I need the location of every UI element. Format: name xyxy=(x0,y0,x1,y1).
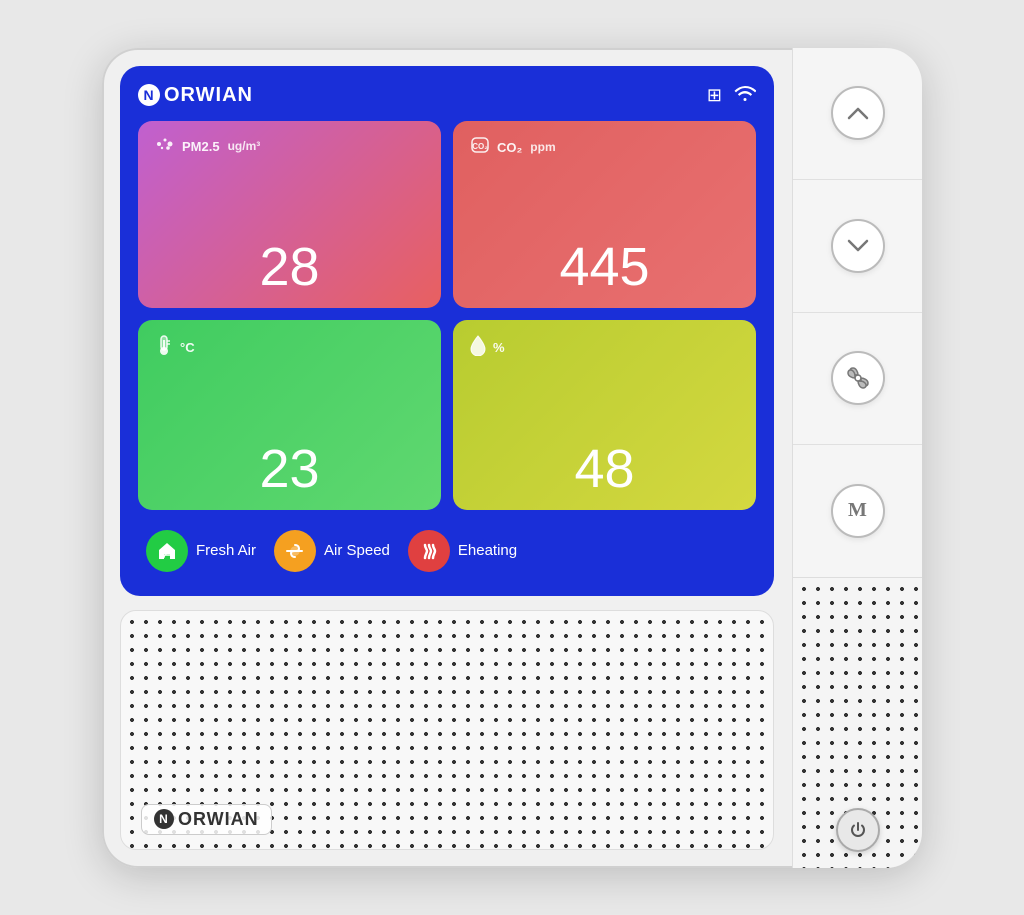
pm25-value: 28 xyxy=(154,240,425,294)
pm25-label: PM2.5 ug/m³ xyxy=(154,135,425,158)
brand-n-bottom: N xyxy=(154,809,174,829)
header-icons: ⊞ xyxy=(707,84,756,106)
logo-text: ORWIAN xyxy=(164,84,253,107)
wifi-icon xyxy=(734,84,756,106)
fresh-air-control[interactable]: Fresh Air xyxy=(146,530,256,572)
device-left: N ORWIAN ⊞ xyxy=(102,48,792,868)
up-button[interactable] xyxy=(831,86,885,140)
right-controls: M xyxy=(793,48,922,578)
temp-label: °C xyxy=(154,334,425,361)
eheating-label: Eheating xyxy=(458,542,517,559)
pm25-card: PM2.5 ug/m³ 28 xyxy=(138,121,441,309)
air-speed-control[interactable]: Air Speed xyxy=(274,530,390,572)
temp-value: 23 xyxy=(154,442,425,496)
temp-label-text: °C xyxy=(180,340,195,355)
speaker-left: N ORWIAN xyxy=(120,610,774,850)
humidity-value: 48 xyxy=(469,442,740,496)
pm25-icon xyxy=(154,135,176,158)
eheating-control[interactable]: Eheating xyxy=(408,530,517,572)
co2-icon: CO₂ xyxy=(469,135,491,160)
eheating-button[interactable] xyxy=(408,530,450,572)
brand-text-bottom: ORWIAN xyxy=(178,809,259,830)
co2-label-text: CO₂ xyxy=(497,140,522,155)
svg-text:CO₂: CO₂ xyxy=(472,142,488,151)
air-speed-button[interactable] xyxy=(274,530,316,572)
fan-button-container[interactable] xyxy=(793,313,922,446)
mode-label: M xyxy=(848,499,867,522)
mode-button[interactable]: M xyxy=(831,484,885,538)
logo-n: N xyxy=(138,84,160,106)
temp-card: °C 23 xyxy=(138,320,441,510)
pm25-label-text: PM2.5 xyxy=(182,139,220,154)
screen-header: N ORWIAN ⊞ xyxy=(138,84,756,107)
air-speed-label: Air Speed xyxy=(324,542,390,559)
pm25-unit: ug/m³ xyxy=(228,139,261,153)
down-button[interactable] xyxy=(831,219,885,273)
device: N ORWIAN ⊞ xyxy=(102,48,922,868)
co2-label: CO₂ CO₂ ppm xyxy=(469,135,740,160)
humidity-label-text: % xyxy=(493,340,505,355)
device-right: M xyxy=(792,48,922,868)
controls-row: Fresh Air Air Speed xyxy=(138,524,756,578)
power-button[interactable] xyxy=(836,808,880,852)
co2-unit: ppm xyxy=(530,140,555,154)
temp-icon xyxy=(154,334,174,361)
humidity-icon xyxy=(469,334,487,361)
co2-card: CO₂ CO₂ ppm 445 xyxy=(453,121,756,309)
right-bottom xyxy=(793,578,922,868)
sensor-grid: PM2.5 ug/m³ 28 CO₂ CO₂ xyxy=(138,121,756,510)
brand-logo: N ORWIAN xyxy=(138,84,253,107)
up-button-container[interactable] xyxy=(793,48,922,181)
fresh-air-label: Fresh Air xyxy=(196,542,256,559)
fresh-air-button[interactable] xyxy=(146,530,188,572)
fan-button[interactable] xyxy=(831,351,885,405)
co2-value: 445 xyxy=(469,240,740,294)
grid-icon: ⊞ xyxy=(707,85,722,106)
down-button-container[interactable] xyxy=(793,180,922,313)
brand-bottom: N ORWIAN xyxy=(141,804,272,835)
screen: N ORWIAN ⊞ xyxy=(120,66,774,596)
humidity-card: % 48 xyxy=(453,320,756,510)
mode-button-container[interactable]: M xyxy=(793,445,922,577)
humidity-label: % xyxy=(469,334,740,361)
